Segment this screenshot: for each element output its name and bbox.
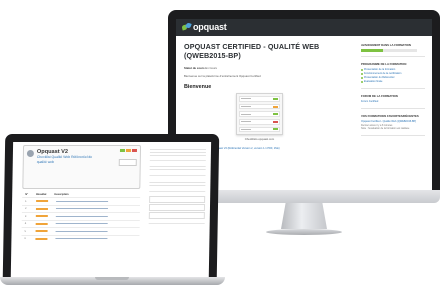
avatar-icon xyxy=(26,150,34,157)
rules-table: N° Résultat Description 1 2 3 4 5 6 xyxy=(21,192,141,242)
form-input[interactable] xyxy=(148,212,205,219)
program-block: PROGRAMME DE LA FORMATION Présentation d… xyxy=(361,60,425,89)
welcome-text: Bienvenue sur la plateforme d'entraîneme… xyxy=(184,74,261,79)
status-badge xyxy=(131,149,138,152)
sidebar-text-placeholder xyxy=(149,147,207,157)
course-status-value: En Cours xyxy=(205,66,217,71)
progress-bar-fill xyxy=(361,49,384,52)
checklist-row xyxy=(239,103,280,110)
row-number: 6 xyxy=(24,237,26,241)
laptop-screen: Opquast V2 Checklist Qualité Web Référen… xyxy=(10,142,212,279)
result-cell xyxy=(35,207,48,210)
row-number: 2 xyxy=(24,207,27,211)
program-item[interactable]: Evaluation finale xyxy=(361,80,425,84)
program-heading: PROGRAMME DE LA FORMATION xyxy=(361,62,407,66)
row-number: 3 xyxy=(24,214,27,218)
forum-heading: FORUM DE LA FORMATION xyxy=(361,94,398,98)
progress-bar xyxy=(361,49,417,52)
table-row[interactable]: 2 xyxy=(21,204,141,212)
sidebar-block xyxy=(149,163,206,176)
checklist-row xyxy=(239,111,280,117)
column-header: Résultat xyxy=(36,193,47,196)
laptop-sidebar xyxy=(148,145,207,226)
table-row[interactable]: 3 xyxy=(21,212,140,220)
row-number: 5 xyxy=(24,229,27,233)
score-field xyxy=(118,159,137,166)
status-badges xyxy=(119,149,138,152)
monitor-foot xyxy=(266,229,342,235)
checklist-row xyxy=(239,96,280,102)
column-header: Description xyxy=(54,193,69,196)
course-status-label: Statut du cours xyxy=(184,66,205,71)
description-cell xyxy=(55,238,108,240)
opquast-logo-icon xyxy=(182,23,191,32)
sidebar-block xyxy=(149,178,206,192)
sidebar-text-placeholder xyxy=(149,164,206,172)
table-row[interactable]: 5 xyxy=(21,227,140,235)
result-cell xyxy=(35,222,48,225)
forum-link[interactable]: Forum Certified xyxy=(361,100,425,104)
status-badge xyxy=(119,149,126,152)
result-cell xyxy=(35,230,48,233)
checklist-app-screenshot[interactable] xyxy=(236,93,283,136)
recent-courses-block: VOS FORMATIONS FAVORITES/RÉCENTES Opquas… xyxy=(361,112,425,136)
sidebar-form xyxy=(148,194,206,224)
description-cell xyxy=(56,200,109,202)
checklist-card[interactable]: Opquast V2 Checklist Qualité Web Référen… xyxy=(22,145,142,189)
checklist-caption: Checklists.opquast.com xyxy=(244,137,275,142)
monitor-stand xyxy=(281,203,327,229)
recent-course-meta: Note : l'évaluation de la formation est … xyxy=(361,127,410,131)
brand-name: opquast xyxy=(193,22,227,32)
table-row[interactable]: 6 xyxy=(21,234,140,242)
column-header: N° xyxy=(25,193,29,196)
top-navigation-bar: opquast xyxy=(176,19,432,36)
description-cell xyxy=(55,215,108,217)
page-title: OPQUAST CERTIFIED - QUALITÉ WEB (QWEB201… xyxy=(184,42,320,60)
table-row[interactable]: 1 xyxy=(22,197,141,205)
result-cell xyxy=(35,215,48,218)
laptop-notch xyxy=(95,277,129,280)
forum-block: FORUM DE LA FORMATION Forum Certified xyxy=(361,92,425,109)
description-cell xyxy=(55,208,108,210)
form-input[interactable] xyxy=(148,204,206,211)
row-number: 1 xyxy=(25,199,27,203)
laptop: Opquast V2 Checklist Qualité Web Référen… xyxy=(0,134,225,285)
row-number: 4 xyxy=(24,222,27,226)
status-badge xyxy=(125,149,132,152)
course-sidebar: AVANCEMENT DANS LA FORMATION PROGRAMME D… xyxy=(361,41,425,139)
progress-block: AVANCEMENT DANS LA FORMATION xyxy=(361,41,425,57)
checklist-card-subtitle: Checklist Qualité Web Référentiel de qua… xyxy=(36,155,93,164)
description-cell xyxy=(55,223,108,225)
course-status: Statut du cours En Cours xyxy=(184,66,352,70)
checklist-row xyxy=(239,126,280,133)
table-row[interactable]: 4 xyxy=(21,219,140,227)
result-cell xyxy=(36,200,49,203)
sidebar-block xyxy=(149,145,207,161)
form-input[interactable] xyxy=(149,196,206,203)
laptop-lid: Opquast V2 Checklist Qualité Web Référen… xyxy=(2,134,220,279)
recent-courses-heading: VOS FORMATIONS FAVORITES/RÉCENTES xyxy=(361,114,419,118)
opquast-logo[interactable]: opquast xyxy=(182,23,227,32)
checklist-row xyxy=(239,118,280,125)
sidebar-text-placeholder xyxy=(149,180,206,188)
result-cell xyxy=(35,237,48,240)
description-cell xyxy=(55,230,108,232)
welcome-heading: Bienvenue xyxy=(184,84,212,91)
progress-heading: AVANCEMENT DANS LA FORMATION xyxy=(361,43,411,47)
laptop-main-content: Opquast V2 Checklist Qualité Web Référen… xyxy=(21,145,142,246)
